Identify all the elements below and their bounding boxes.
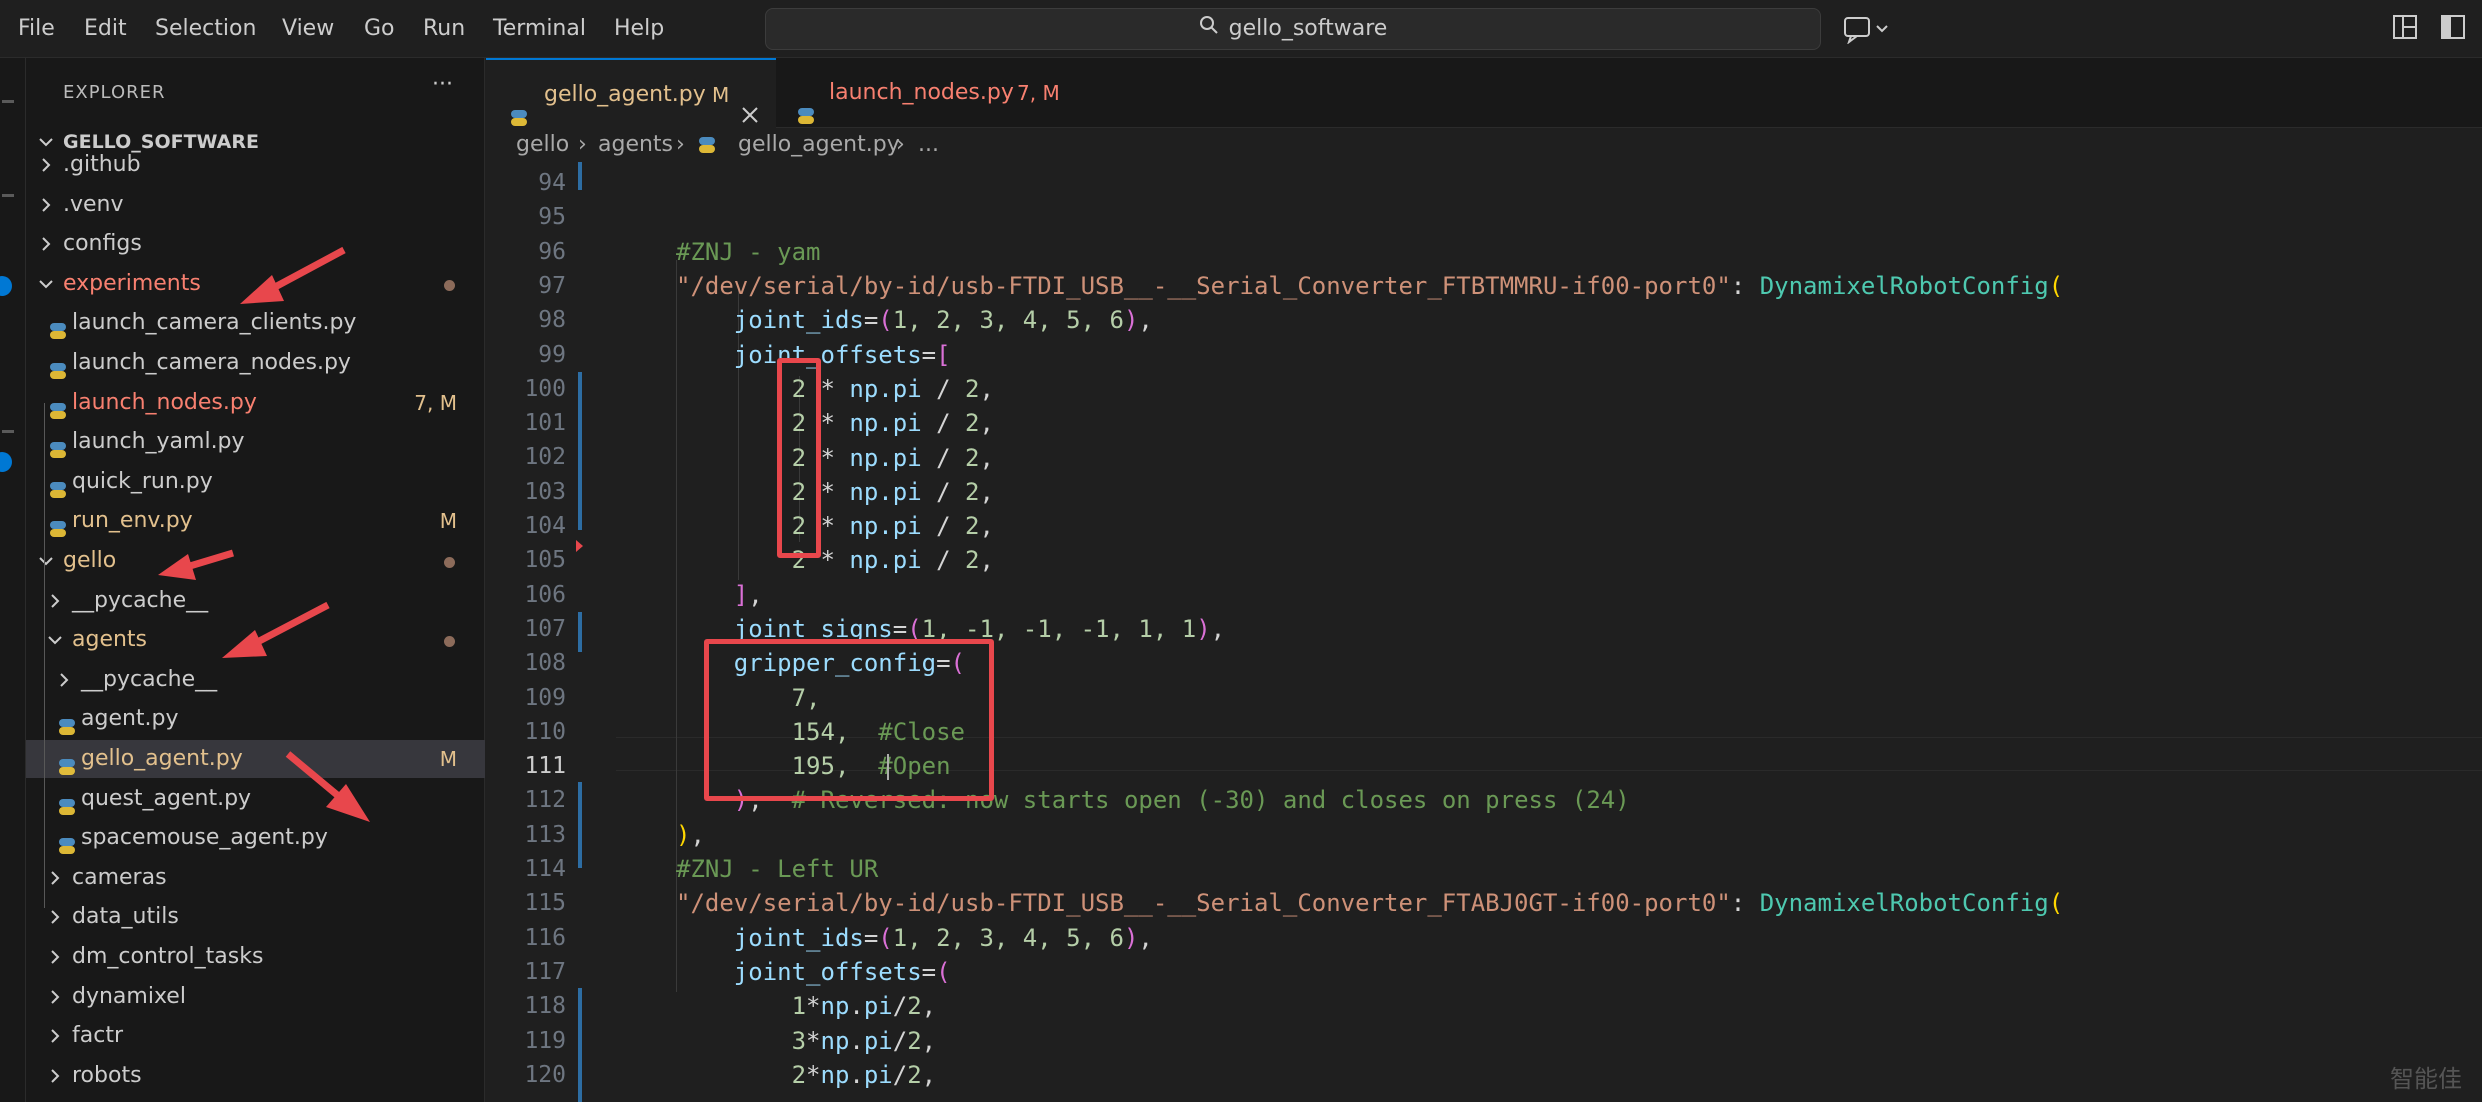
annotation-arrows <box>158 246 370 822</box>
watermark-logo: 智能佳 <box>2390 1065 2462 1093</box>
vscode-window: File Edit Selection View Go Run Terminal… <box>0 0 2482 1102</box>
